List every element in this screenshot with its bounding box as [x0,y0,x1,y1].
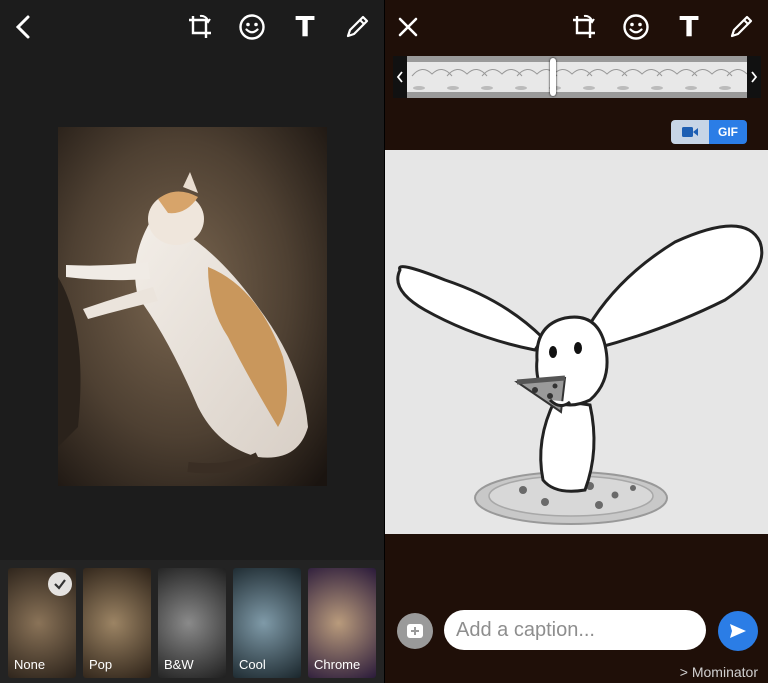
filter-label: B&W [164,657,194,672]
filter-label: Pop [89,657,113,672]
trim-start-handle[interactable] [393,56,407,98]
gif-trim-bar[interactable] [393,56,761,98]
video-gif-toggle[interactable]: GIF [671,120,747,144]
gif-option[interactable]: GIF [709,120,747,144]
text-tool-icon: T [295,10,315,43]
crop-rotate-icon [573,14,595,38]
pencil-icon [346,15,369,38]
send-icon [730,624,746,638]
gif-preview [385,150,768,534]
text-tool-button[interactable]: T [288,10,322,44]
filter-strip: None Pop B&W Cool Chrome [0,560,384,683]
filter-chrome[interactable]: Chrome [308,568,376,678]
crop-rotate-button[interactable] [567,10,601,44]
emoji-button[interactable] [235,10,269,44]
send-button[interactable] [718,611,758,651]
checkmark-icon [54,579,66,590]
close-button[interactable] [391,10,425,44]
text-tool-icon: T [679,10,699,43]
video-option[interactable] [671,120,709,144]
rabbit-gif-illustration [396,224,764,525]
photo-editor-toolbar: T [0,0,384,56]
add-media-button[interactable] [397,613,433,649]
filter-bw[interactable]: B&W [158,568,226,678]
filter-cool[interactable]: Cool [233,568,301,678]
emoji-button[interactable] [619,10,653,44]
gif-editor-toolbar: T [385,0,768,56]
filter-label: Chrome [314,657,361,672]
recipient-chevron: > [679,664,688,680]
add-media-icon [407,624,423,638]
recipient-name: Mominator [691,664,758,680]
text-tool-button[interactable]: T [672,10,706,44]
pencil-icon [730,15,753,38]
close-icon [398,17,418,37]
filter-label: None [14,657,46,672]
recipient-label: > Mominator [680,664,758,680]
cat-photo-image [58,127,327,486]
crop-rotate-icon [189,14,211,38]
draw-button[interactable] [724,10,758,44]
back-button[interactable] [6,10,40,44]
frame-thumbnails [411,69,747,90]
back-icon [15,15,30,39]
draw-button[interactable] [340,10,374,44]
video-camera-icon [682,127,698,137]
trim-end-handle[interactable] [747,56,761,98]
cat-photo [58,127,327,486]
playhead[interactable] [550,58,556,96]
photo-editor-panel: T None Pop B&W Cool Chrome [0,0,384,683]
emoji-icon [239,14,265,40]
chevron-left-icon [396,71,403,83]
crop-rotate-button[interactable] [183,10,217,44]
chevron-right-icon [751,71,758,83]
gif-editor-panel: T GIF Add a caption... > Mominator [385,0,768,683]
selected-check [48,572,72,596]
filter-pop[interactable]: Pop [83,568,151,678]
filter-label: Cool [239,657,266,672]
filter-none[interactable]: None [8,568,76,678]
trim-frames [407,62,747,92]
caption-bar [385,606,768,656]
emoji-icon [623,14,649,40]
caption-input[interactable] [444,610,706,650]
